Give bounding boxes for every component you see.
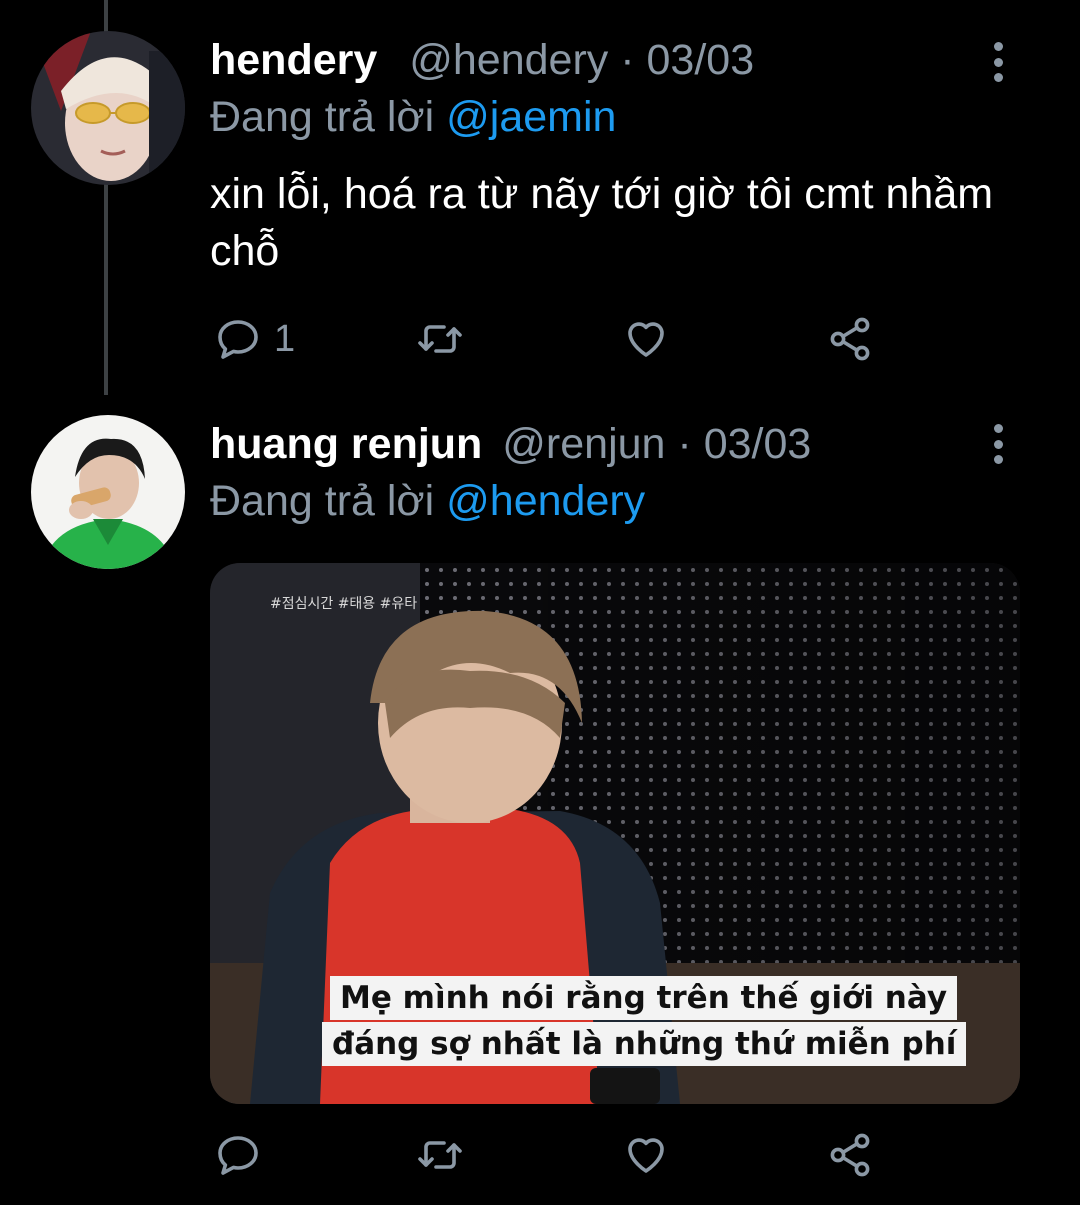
like-button[interactable] <box>622 314 670 364</box>
share-button[interactable] <box>826 1130 874 1180</box>
more-options-icon[interactable] <box>986 424 1010 464</box>
more-options-icon[interactable] <box>986 42 1010 82</box>
share-icon <box>830 317 870 361</box>
subtitle-line-1: Mẹ mình nói rằng trên thế giới này <box>330 976 958 1020</box>
video-overlay-tags: #점심시간 #태용 #유타 <box>270 596 418 612</box>
retweet-button[interactable] <box>416 1130 464 1180</box>
reply-icon <box>218 1136 258 1175</box>
tweet-media-image[interactable]: #점심시간 #태용 #유타 Mẹ mình nói rằng trên thế … <box>210 563 1020 1104</box>
tweet-date[interactable]: 03/03 <box>704 420 812 468</box>
mention-link[interactable]: @hendery <box>446 477 645 525</box>
separator-dot: · <box>677 420 692 468</box>
like-button[interactable] <box>622 1130 670 1180</box>
share-button[interactable] <box>826 314 874 364</box>
tweet-text: xin lỗi, hoá ra từ nãy tới giờ tôi cmt n… <box>210 170 994 275</box>
retweet-icon <box>418 325 462 353</box>
avatar-renjun[interactable] <box>31 415 185 569</box>
like-icon <box>628 322 664 357</box>
tweet-date[interactable]: 03/03 <box>647 36 755 84</box>
share-icon <box>830 1133 870 1177</box>
display-name[interactable]: huang renjun <box>210 420 482 468</box>
tweet-header: huang renjun @renjun · 03/03 <box>210 419 811 469</box>
user-handle[interactable]: @hendery <box>409 36 608 84</box>
retweet-icon <box>418 1141 462 1169</box>
reply-button[interactable]: 1 <box>214 314 295 364</box>
mention-link[interactable]: @jaemin <box>446 93 616 141</box>
tweet-actions: 1 <box>210 314 890 364</box>
reply-count: 1 <box>274 317 296 360</box>
replying-to-label: Đang trả lời <box>210 477 435 525</box>
tweet-actions <box>210 1130 890 1180</box>
replying-to: Đang trả lời @hendery <box>210 476 645 526</box>
like-icon <box>628 1138 664 1173</box>
display-name[interactable]: hendery <box>210 36 377 84</box>
replying-to: Đang trả lời @jaemin <box>210 92 616 142</box>
reply-button[interactable] <box>214 1130 262 1180</box>
replying-to-label: Đang trả lời <box>210 93 435 141</box>
tweet-header: hendery @hendery · 03/03 <box>210 35 754 85</box>
avatar-hendery[interactable] <box>31 31 185 185</box>
reply-icon <box>218 320 258 359</box>
separator-dot: · <box>620 36 635 84</box>
subtitle-line-2: đáng sợ nhất là những thứ miễn phí <box>322 1022 967 1066</box>
retweet-button[interactable] <box>416 314 464 364</box>
user-handle[interactable]: @renjun <box>502 420 665 468</box>
